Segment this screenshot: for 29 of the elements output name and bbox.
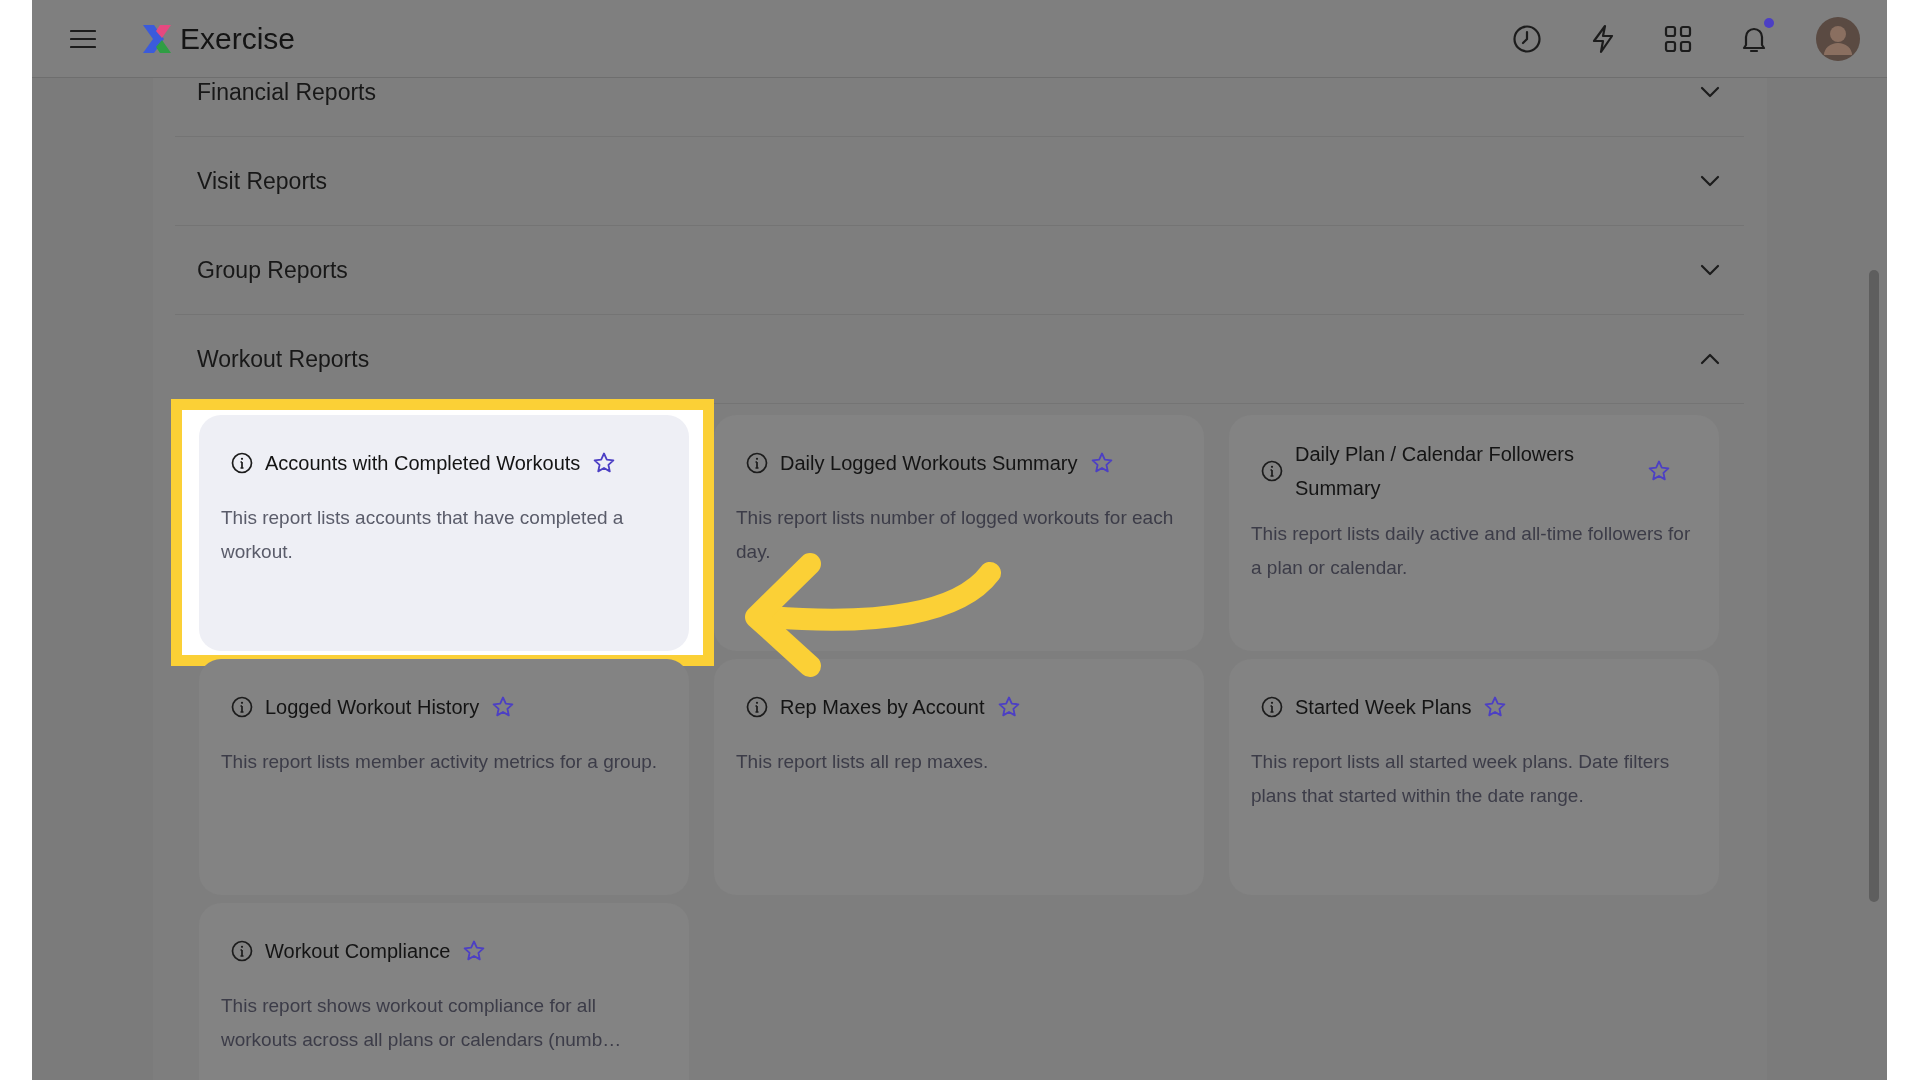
report-title[interactable]: Daily Logged Workouts Summary	[780, 446, 1078, 480]
report-description: This report lists number of logged workouts for each day.	[736, 506, 1175, 564]
report-title[interactable]: Workout Compliance	[265, 934, 451, 968]
section-title: Visit Reports	[197, 167, 327, 195]
report-description: This report lists accounts that have completed a workout.	[221, 506, 625, 564]
report-card[interactable]: Started Week Plans This report lists all started week plans. Date filters plans that started within the date range.	[1229, 659, 1719, 895]
report-title[interactable]: Started Week Plans	[1295, 690, 1472, 724]
report-description: This report lists daily active and all-time followers for a plan or calendar.	[1251, 522, 1692, 580]
app-title: Exercise	[180, 21, 296, 56]
accordion-header[interactable]: Visit Reports	[175, 137, 1744, 226]
section-title: Financial Reports	[197, 78, 376, 106]
report-description: This report lists all started week plans. Date filters plans that started within the date range.	[1251, 750, 1671, 808]
report-title[interactable]: Logged Workout History	[265, 690, 480, 724]
report-description: This report shows workout compliance for all workouts across all plans or calendars (numb…	[221, 994, 623, 1052]
report-description: This report lists all rep maxes.	[736, 750, 990, 774]
report-card[interactable]: Daily Logged Workouts Summary This report lists number of logged workouts for each day.	[714, 415, 1204, 651]
section-title: Group Reports	[197, 256, 348, 284]
accordion-header[interactable]: Financial Reports	[175, 78, 1744, 137]
report-title[interactable]: Rep Maxes by Account	[780, 690, 985, 724]
report-card[interactable]: Accounts with Completed Workouts This report lists accounts that have completed a workout.	[199, 415, 689, 651]
accordion-header[interactable]: Group Reports	[175, 226, 1744, 315]
report-card[interactable]: Logged Workout History This report lists member activity metrics for a group.	[199, 659, 689, 895]
report-card[interactable]: Rep Maxes by Account This report lists all rep maxes.	[714, 659, 1204, 895]
report-description: This report lists member activity metrics for a group.	[221, 750, 659, 774]
report-title[interactable]: Daily Plan / Calendar Followers Summary	[1295, 437, 1635, 505]
section-title: Workout Reports	[197, 345, 370, 373]
report-title[interactable]: Accounts with Completed Workouts	[265, 446, 581, 480]
report-card[interactable]: Workout Compliance This report shows workout compliance for all workouts across all plans or calendars (numb…	[199, 903, 689, 1080]
report-card[interactable]: Daily Plan / Calendar Followers Summary This report lists daily active and all-time followers for a plan or calendar.	[1229, 415, 1719, 651]
